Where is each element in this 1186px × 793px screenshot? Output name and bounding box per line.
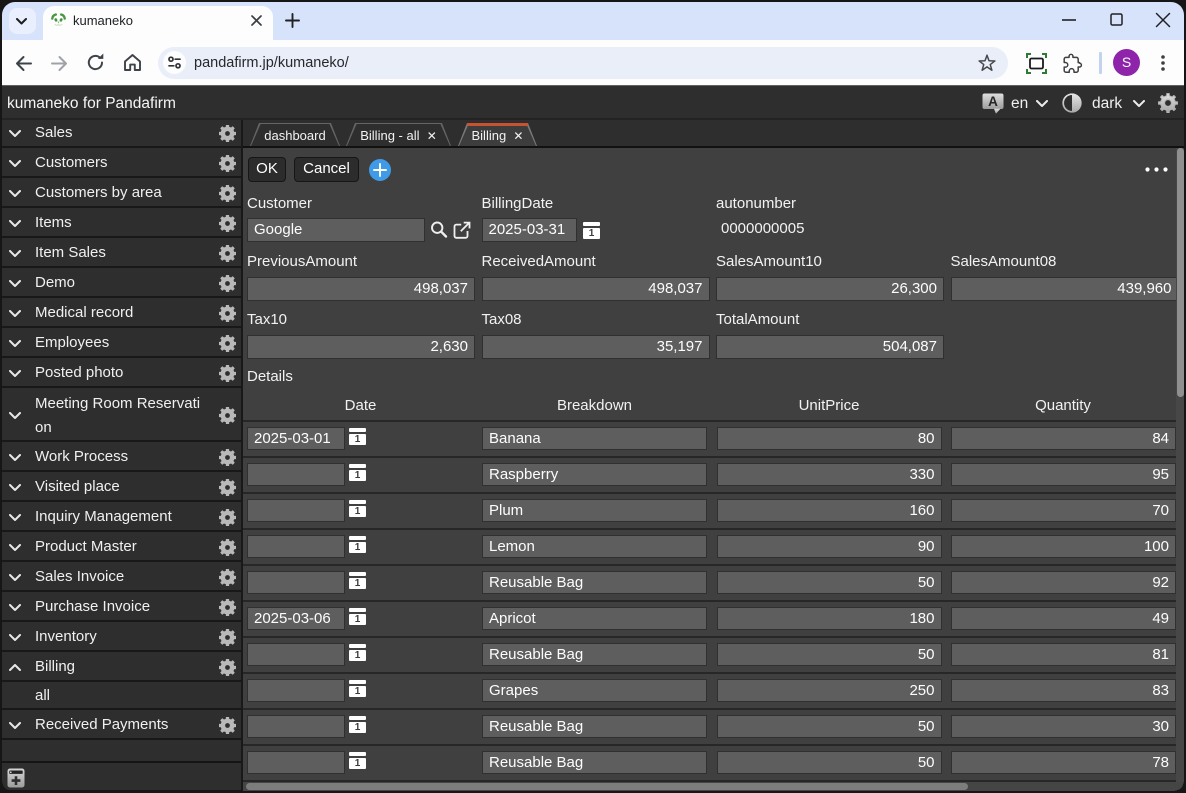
svg-text:A: A: [988, 94, 998, 109]
